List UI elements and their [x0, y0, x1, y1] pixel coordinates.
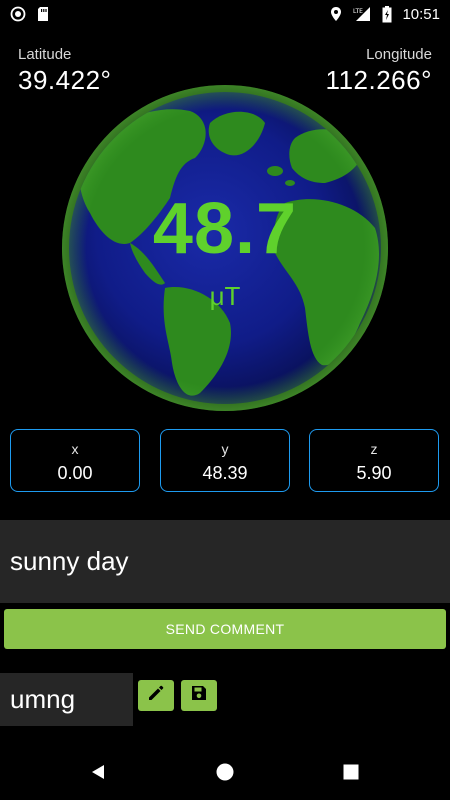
battery-charging-icon — [382, 5, 392, 23]
pencil-icon — [146, 683, 166, 708]
navigation-bar — [0, 748, 450, 800]
axis-z-value: 5.90 — [356, 463, 392, 483]
longitude-label: Longitude — [366, 46, 432, 63]
home-icon — [215, 762, 235, 787]
floppy-disk-icon — [189, 683, 209, 708]
back-button[interactable] — [88, 764, 108, 784]
globe-image — [62, 85, 388, 411]
recents-button[interactable] — [341, 764, 361, 784]
lte-label: LTE — [353, 8, 363, 15]
recents-icon — [342, 763, 360, 786]
axis-x-value: 0.00 — [57, 463, 93, 483]
axis-y-box: y 48.39 — [160, 429, 290, 492]
globe: 48.7 μT — [60, 83, 390, 413]
lte-signal-icon: LTE — [352, 6, 372, 22]
save-button[interactable] — [181, 680, 217, 711]
circle-notification-icon — [10, 6, 26, 22]
status-time: 10:51 — [402, 5, 440, 23]
name-input[interactable]: umng — [0, 673, 133, 726]
back-icon — [89, 763, 107, 786]
location-icon — [330, 6, 342, 22]
send-comment-button[interactable]: SEND COMMENT — [4, 609, 446, 649]
home-button[interactable] — [215, 762, 235, 787]
axis-y-label: y — [221, 441, 229, 457]
sd-card-icon — [36, 6, 50, 22]
comment-input[interactable]: sunny day — [0, 520, 450, 603]
status-bar: LTE 10:51 — [0, 0, 450, 28]
latitude-label: Latitude — [18, 46, 72, 63]
axis-x-box: x 0.00 — [10, 429, 140, 492]
axis-z-label: z — [370, 441, 378, 457]
axis-x-label: x — [71, 441, 79, 457]
edit-button[interactable] — [138, 680, 174, 711]
axis-z-box: z 5.90 — [309, 429, 439, 492]
axis-y-value: 48.39 — [202, 463, 248, 483]
